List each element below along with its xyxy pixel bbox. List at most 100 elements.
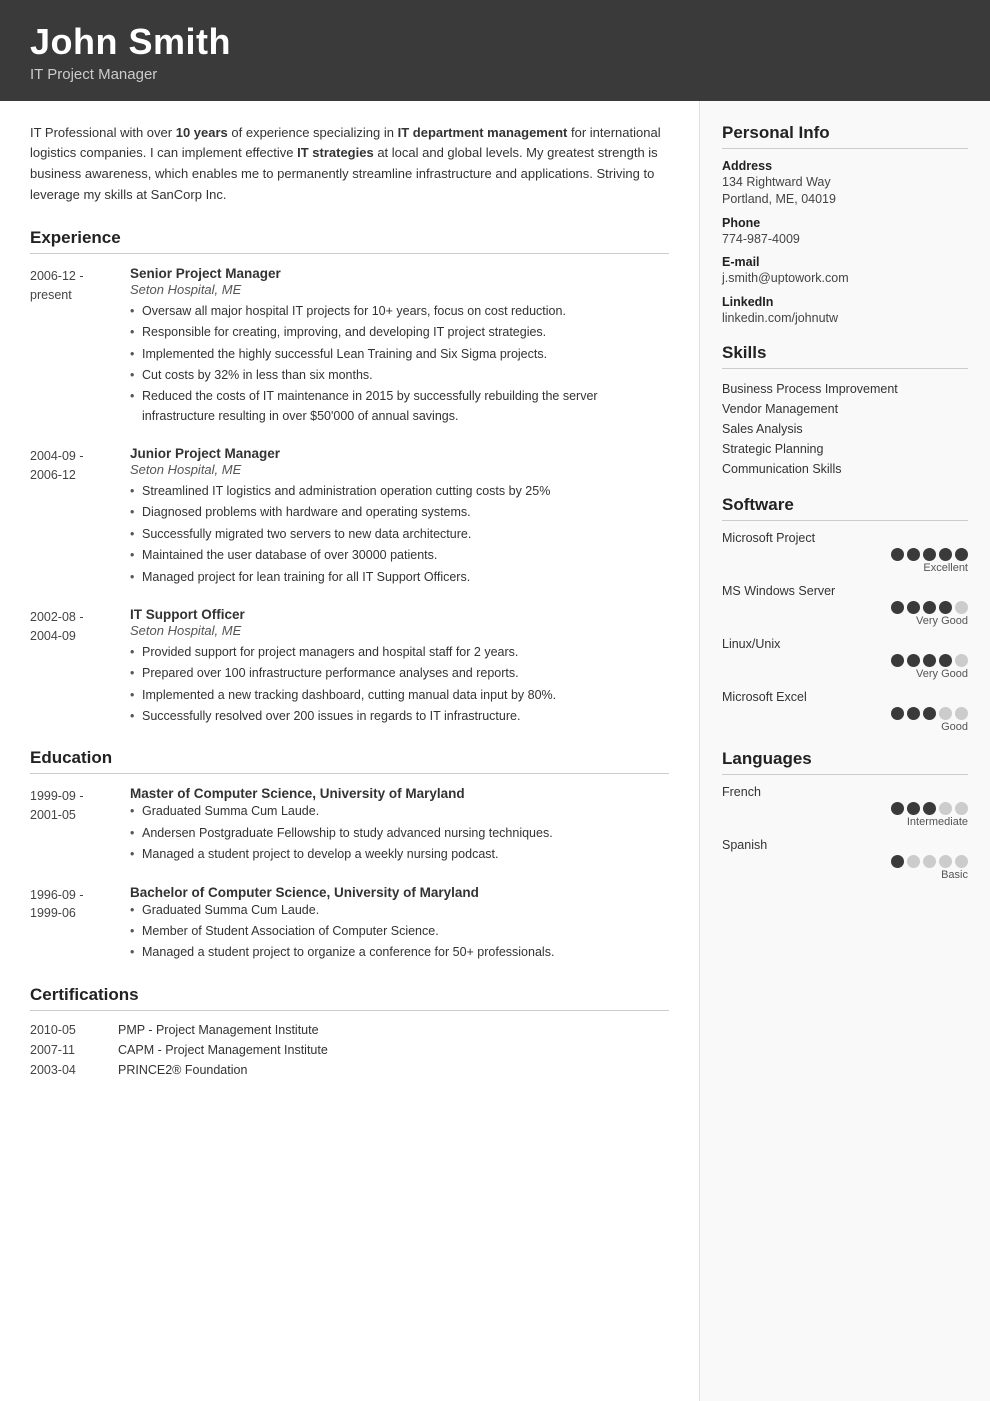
exp-dates: 2006-12 -present [30, 266, 130, 428]
education-entry: 1996-09 -1999-06Bachelor of Computer Sci… [30, 885, 669, 965]
empty-dot [955, 855, 968, 868]
cert-name: PMP - Project Management Institute [118, 1023, 319, 1037]
left-column: IT Professional with over 10 years of ex… [0, 101, 700, 1401]
filled-dot [923, 707, 936, 720]
education-list: 1999-09 -2001-05Master of Computer Scien… [30, 786, 669, 964]
exp-job-title: Junior Project Manager [130, 446, 669, 461]
summary-section: IT Professional with over 10 years of ex… [30, 123, 669, 206]
list-item: Graduated Summa Cum Laude. [130, 802, 669, 821]
list-item: Maintained the user database of over 300… [130, 546, 669, 565]
address-label: Address [722, 159, 968, 173]
list-item: Provided support for project managers an… [130, 643, 669, 662]
experience-list: 2006-12 -presentSenior Project ManagerSe… [30, 266, 669, 729]
language-level: Basic [722, 869, 968, 881]
list-item: Streamlined IT logistics and administrat… [130, 482, 669, 501]
filled-dot [891, 802, 904, 815]
language-item: Spanish Basic [722, 838, 968, 881]
edu-dates: 1996-09 -1999-06 [30, 885, 130, 965]
software-item: MS Windows ServerVery Good [722, 584, 968, 627]
filled-dot [939, 548, 952, 561]
cert-date: 2007-11 [30, 1043, 100, 1057]
empty-dot [955, 654, 968, 667]
certifications-section: Certifications 2010-05PMP - Project Mana… [30, 985, 669, 1077]
exp-content: IT Support OfficerSeton Hospital, MEProv… [130, 607, 669, 729]
empty-dot [955, 601, 968, 614]
candidate-name: John Smith [30, 22, 960, 62]
edu-content: Master of Computer Science, University o… [130, 786, 669, 866]
filled-dot [891, 601, 904, 614]
cert-name: PRINCE2® Foundation [118, 1063, 247, 1077]
languages-list: French Intermediate Spanish Basic [722, 785, 968, 881]
cert-date: 2010-05 [30, 1023, 100, 1037]
dots-row [722, 601, 968, 614]
language-name: French [722, 785, 968, 799]
dots-row [722, 855, 968, 868]
skill-item: Vendor Management [722, 399, 968, 419]
certification-entry: 2007-11 CAPM - Project Management Institu… [30, 1043, 669, 1057]
list-item: Responsible for creating, improving, and… [130, 323, 669, 342]
edu-bullets: Graduated Summa Cum Laude.Member of Stud… [130, 901, 669, 963]
experience-entry: 2002-08 -2004-09IT Support OfficerSeton … [30, 607, 669, 729]
filled-dot [907, 654, 920, 667]
edu-degree-title: Bachelor of Computer Science, University… [130, 885, 669, 900]
software-item: Microsoft ExcelGood [722, 690, 968, 733]
software-item: Linux/UnixVery Good [722, 637, 968, 680]
phone-value: 774-987-4009 [722, 231, 968, 249]
software-title: Software [722, 495, 968, 521]
dots-row [722, 802, 968, 815]
main-layout: IT Professional with over 10 years of ex… [0, 101, 990, 1401]
experience-entry: 2004-09 -2006-12Junior Project ManagerSe… [30, 446, 669, 589]
language-item: French Intermediate [722, 785, 968, 828]
edu-degree-title: Master of Computer Science, University o… [130, 786, 669, 801]
software-name: Linux/Unix [722, 637, 968, 651]
filled-dot [891, 654, 904, 667]
empty-dot [939, 802, 952, 815]
filled-dot [891, 707, 904, 720]
address-value: 134 Rightward WayPortland, ME, 04019 [722, 174, 968, 209]
filled-dot [907, 802, 920, 815]
list-item: Andersen Postgraduate Fellowship to stud… [130, 824, 669, 843]
list-item: Successfully resolved over 200 issues in… [130, 707, 669, 726]
skills-list: Business Process ImprovementVendor Manag… [722, 379, 968, 479]
skill-item: Business Process Improvement [722, 379, 968, 399]
education-section: Education 1999-09 -2001-05Master of Comp… [30, 748, 669, 964]
edu-bullets: Graduated Summa Cum Laude. Andersen Postg… [130, 802, 669, 864]
exp-job-title: Senior Project Manager [130, 266, 669, 281]
exp-bullets: Provided support for project managers an… [130, 643, 669, 727]
exp-content: Junior Project ManagerSeton Hospital, ME… [130, 446, 669, 589]
software-name: MS Windows Server [722, 584, 968, 598]
cert-name: CAPM - Project Management Institute [118, 1043, 328, 1057]
software-name: Microsoft Excel [722, 690, 968, 704]
personal-info-title: Personal Info [722, 123, 968, 149]
software-level: Excellent [722, 562, 968, 574]
certification-entry: 2010-05 PMP - Project Management Institut… [30, 1023, 669, 1037]
resume-header: John Smith IT Project Manager [0, 0, 990, 101]
cert-date: 2003-04 [30, 1063, 100, 1077]
certification-entry: 2003-04 PRINCE2® Foundation [30, 1063, 669, 1077]
filled-dot [939, 654, 952, 667]
exp-bullets: Oversaw all major hospital IT projects f… [130, 302, 669, 426]
list-item: Managed a student project to develop a w… [130, 845, 669, 864]
linkedin-label: LinkedIn [722, 295, 968, 309]
exp-dates: 2002-08 -2004-09 [30, 607, 130, 729]
filled-dot [907, 601, 920, 614]
list-item: Successfully migrated two servers to new… [130, 525, 669, 544]
language-level: Intermediate [722, 816, 968, 828]
list-item: Reduced the costs of IT maintenance in 2… [130, 387, 669, 426]
filled-dot [907, 548, 920, 561]
languages-title: Languages [722, 749, 968, 775]
language-name: Spanish [722, 838, 968, 852]
exp-bullets: Streamlined IT logistics and administrat… [130, 482, 669, 587]
list-item: Implemented a new tracking dashboard, cu… [130, 686, 669, 705]
phone-label: Phone [722, 216, 968, 230]
empty-dot [939, 855, 952, 868]
exp-dates: 2004-09 -2006-12 [30, 446, 130, 589]
filled-dot [939, 601, 952, 614]
list-item: Prepared over 100 infrastructure perform… [130, 664, 669, 683]
skill-item: Communication Skills [722, 459, 968, 479]
list-item: Oversaw all major hospital IT projects f… [130, 302, 669, 321]
skill-item: Sales Analysis [722, 419, 968, 439]
dots-row [722, 548, 968, 561]
email-label: E-mail [722, 255, 968, 269]
certifications-list: 2010-05 PMP - Project Management Institut… [30, 1023, 669, 1077]
